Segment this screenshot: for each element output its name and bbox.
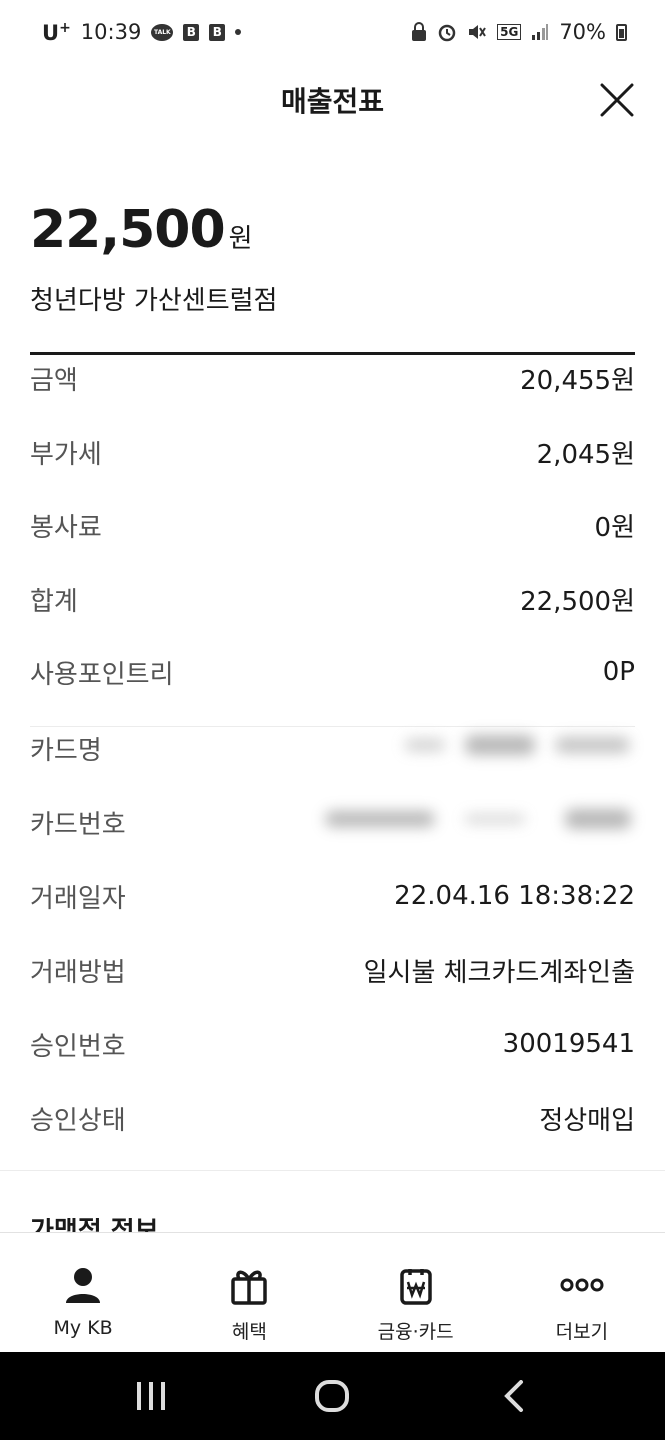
b-app-icon: B xyxy=(183,23,200,41)
row-total: 합계 22,500원 xyxy=(30,579,635,619)
nav-more[interactable]: 더보기 xyxy=(499,1233,665,1352)
row-label: 승인번호 xyxy=(30,1031,126,1062)
row-value: 0P xyxy=(602,657,635,687)
status-bar: U+ 10:39 TALK B B 5G 70% xyxy=(0,0,665,64)
row-transaction-date: 거래일자 22.04.16 18:38:22 xyxy=(30,876,635,916)
nav-my-kb[interactable]: My KB xyxy=(0,1233,166,1352)
nav-label: 금융·카드 xyxy=(377,1321,454,1343)
total-amount: 22,500 원 xyxy=(30,200,253,260)
home-icon xyxy=(315,1380,350,1412)
row-value: 22.04.16 18:38:22 xyxy=(394,881,635,911)
home-button[interactable] xyxy=(302,1366,362,1426)
divider xyxy=(30,726,635,727)
page-header: 매출전표 xyxy=(0,64,665,136)
row-label: 승인상태 xyxy=(30,1105,126,1136)
back-button[interactable] xyxy=(484,1366,544,1426)
row-service-fee: 봉사료 0원 xyxy=(30,505,635,545)
row-value: 20,455원 xyxy=(520,365,635,396)
row-label: 사용포인트리 xyxy=(30,659,174,690)
bottom-nav: My KB 혜택 금융·카드 더보기 xyxy=(0,1232,665,1352)
status-right: 5G 70% xyxy=(411,20,627,44)
row-points: 사용포인트리 0P xyxy=(30,652,635,692)
redacted-card-name xyxy=(405,729,635,768)
recent-apps-button[interactable] xyxy=(121,1366,181,1426)
alarm-icon xyxy=(438,24,456,42)
status-left: U+ 10:39 TALK B B xyxy=(42,20,242,45)
row-vat: 부가세 2,045원 xyxy=(30,432,635,472)
row-approval-status: 승인상태 정상매입 xyxy=(30,1098,635,1138)
nav-label: My KB xyxy=(53,1317,113,1339)
row-value: 정상매입 xyxy=(539,1105,635,1136)
nav-label: 더보기 xyxy=(555,1321,609,1343)
row-label: 거래방법 xyxy=(30,957,126,988)
amount-unit: 원 xyxy=(228,224,253,254)
row-value: 22,500원 xyxy=(520,586,635,617)
row-card-name: 카드명 xyxy=(30,728,635,768)
row-approval-number: 승인번호 30019541 xyxy=(30,1024,635,1064)
mute-icon xyxy=(469,25,486,39)
close-icon xyxy=(600,83,634,117)
won-bag-icon xyxy=(394,1263,438,1307)
lock-icon xyxy=(412,22,427,41)
amount-value: 22,500 xyxy=(30,200,226,260)
section-rule xyxy=(30,352,635,355)
back-icon xyxy=(504,1380,524,1412)
kakaotalk-icon: TALK xyxy=(151,23,174,41)
person-icon xyxy=(61,1263,105,1307)
battery-icon xyxy=(616,23,627,41)
page-title: 매출전표 xyxy=(280,85,385,118)
row-label: 거래일자 xyxy=(30,883,126,914)
row-label: 봉사료 xyxy=(30,512,102,543)
signal-icon xyxy=(532,24,549,40)
row-card-number: 카드번호 xyxy=(30,802,635,842)
carrier-label: U+ xyxy=(42,20,71,45)
row-label: 금액 xyxy=(30,365,78,396)
recent-apps-icon xyxy=(136,1382,165,1410)
merchant-info-heading: 가맹점 정보 xyxy=(30,1218,159,1232)
row-label: 합계 xyxy=(30,586,78,617)
nav-finance-card[interactable]: 금융·카드 xyxy=(333,1233,499,1352)
carrier-name: U xyxy=(42,20,60,45)
row-value: 일시불 체크카드계좌인출 xyxy=(363,957,635,988)
nav-benefits[interactable]: 혜택 xyxy=(166,1233,332,1352)
battery-percent: 70% xyxy=(559,20,606,44)
clock: 10:39 xyxy=(80,20,142,44)
row-label: 카드명 xyxy=(30,735,102,766)
row-value: 0원 xyxy=(594,512,635,543)
more-notifications-icon xyxy=(235,29,242,35)
merchant-name: 청년다방 가산센트럴점 xyxy=(30,286,278,316)
carrier-plus: + xyxy=(59,19,71,36)
b-app-icon-2: B xyxy=(209,23,226,41)
row-label: 카드번호 xyxy=(30,809,126,840)
nav-label: 혜택 xyxy=(231,1321,267,1343)
redacted-card-number xyxy=(325,803,635,842)
row-payment-method: 거래방법 일시불 체크카드계좌인출 xyxy=(30,950,635,990)
network-5g-icon: 5G xyxy=(497,24,522,40)
section-divider xyxy=(0,1170,665,1171)
row-label: 부가세 xyxy=(30,439,102,470)
row-value: 30019541 xyxy=(502,1029,635,1059)
gift-icon xyxy=(227,1263,271,1307)
system-nav-bar xyxy=(0,1352,665,1440)
more-icon xyxy=(560,1263,604,1307)
row-value: 2,045원 xyxy=(536,439,635,470)
row-amount: 금액 20,455원 xyxy=(30,358,635,398)
close-button[interactable] xyxy=(597,80,637,120)
